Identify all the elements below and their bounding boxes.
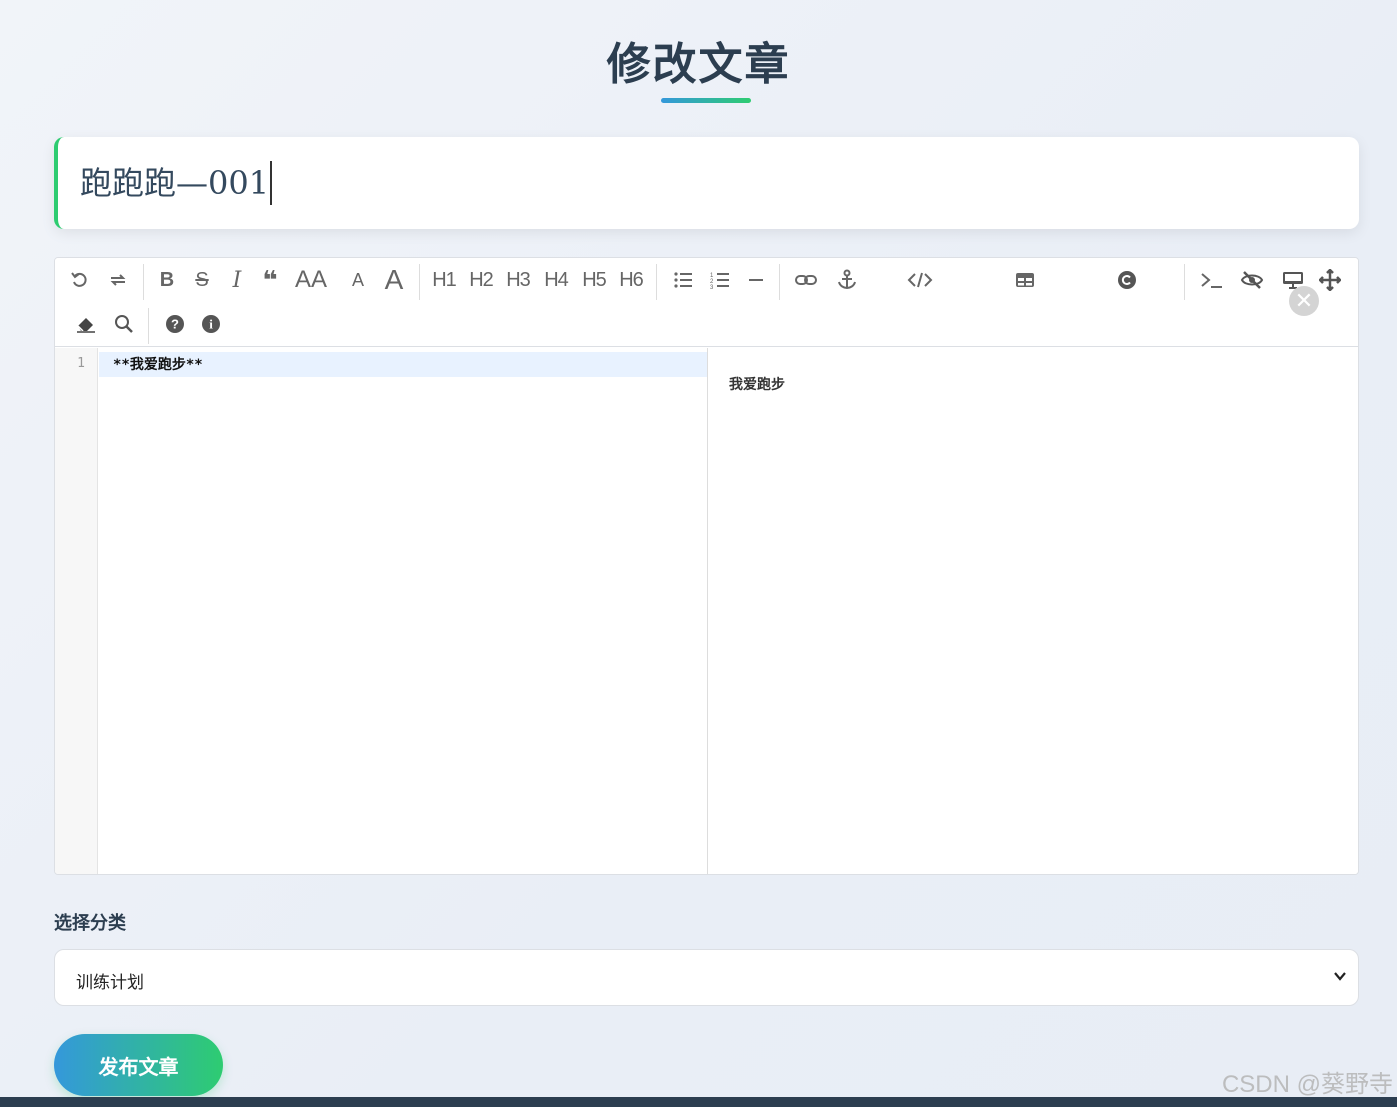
undo-icon[interactable]	[65, 264, 95, 296]
eye-slash-icon[interactable]	[1237, 264, 1267, 296]
table-icon[interactable]	[1010, 264, 1040, 296]
toolbar-divider	[148, 308, 149, 344]
toolbar-divider	[656, 264, 657, 300]
publish-button[interactable]: 发布文章	[54, 1034, 223, 1096]
line-gutter: 1	[55, 348, 98, 874]
anchor-icon[interactable]	[832, 264, 862, 296]
markdown-input[interactable]: **我爱跑步**	[99, 348, 707, 874]
watermark: CSDN @葵野寺	[1221, 1071, 1393, 1098]
markdown-editor: B S I ❝ AA A A H1 H2 H3 H4 H5 H6 123 ? i…	[54, 257, 1359, 875]
quote-icon[interactable]: ❝	[255, 264, 285, 296]
help-icon[interactable]: ?	[160, 308, 190, 340]
info-icon[interactable]: i	[196, 308, 226, 340]
heading1-icon[interactable]: H1	[429, 264, 459, 296]
heading2-icon[interactable]: H2	[466, 264, 496, 296]
svg-text:i: i	[209, 317, 213, 332]
redo-icon[interactable]	[103, 264, 133, 296]
toolbar-divider	[419, 264, 420, 300]
ordered-list-icon[interactable]: 123	[705, 264, 735, 296]
heading4-icon[interactable]: H4	[541, 264, 571, 296]
horizontal-rule-icon[interactable]	[741, 264, 771, 296]
close-icon[interactable]: ✕	[1289, 286, 1319, 316]
heading5-icon[interactable]: H5	[579, 264, 609, 296]
bottom-bar	[0, 1097, 1397, 1107]
italic-icon[interactable]: I	[222, 264, 252, 296]
move-icon[interactable]	[1315, 264, 1345, 296]
font-large-icon[interactable]: A	[379, 264, 409, 296]
chevron-down-icon	[1332, 968, 1348, 989]
text-caret	[270, 161, 273, 205]
article-title-input[interactable]: 跑跑跑—001	[80, 161, 273, 205]
title-underline	[661, 98, 751, 103]
strikethrough-icon[interactable]: S	[187, 264, 217, 296]
toolbar-divider	[779, 264, 780, 300]
code-line: **我爱跑步**	[113, 357, 203, 373]
copyright-icon[interactable]	[1112, 264, 1142, 296]
toolbar-divider	[1184, 264, 1185, 300]
preview-text: 我爱跑步	[729, 376, 785, 392]
toolbar-divider	[143, 264, 144, 300]
markdown-preview: 我爱跑步	[708, 348, 1358, 874]
heading3-icon[interactable]: H3	[503, 264, 533, 296]
code-icon[interactable]	[905, 264, 935, 296]
svg-text:3: 3	[710, 285, 714, 289]
terminal-icon[interactable]	[1197, 264, 1227, 296]
line-number: 1	[77, 356, 85, 371]
unordered-list-icon[interactable]	[668, 264, 698, 296]
eraser-icon[interactable]	[71, 308, 101, 340]
article-title-field[interactable]: 跑跑跑—001	[54, 137, 1359, 229]
heading6-icon[interactable]: H6	[616, 264, 646, 296]
font-small-icon[interactable]: A	[343, 264, 373, 296]
page-title: 修改文章	[606, 40, 791, 89]
bold-icon[interactable]: B	[152, 264, 182, 296]
article-title-value: 跑跑跑—001	[80, 164, 270, 202]
category-label: 选择分类	[54, 913, 126, 933]
editor-toolbar: B S I ❝ AA A A H1 H2 H3 H4 H5 H6 123 ? i…	[55, 258, 1358, 347]
svg-text:?: ?	[171, 317, 179, 332]
uppercase-icon[interactable]: AA	[295, 264, 327, 296]
category-selected-value: 训练计划	[76, 973, 144, 992]
toolbar-row-2: ? i	[55, 304, 1358, 344]
category-select[interactable]: 训练计划	[54, 949, 1359, 1006]
search-icon[interactable]	[109, 308, 139, 340]
toolbar-row-1: B S I ❝ AA A A H1 H2 H3 H4 H5 H6 123	[55, 260, 1358, 300]
link-icon[interactable]	[791, 264, 821, 296]
